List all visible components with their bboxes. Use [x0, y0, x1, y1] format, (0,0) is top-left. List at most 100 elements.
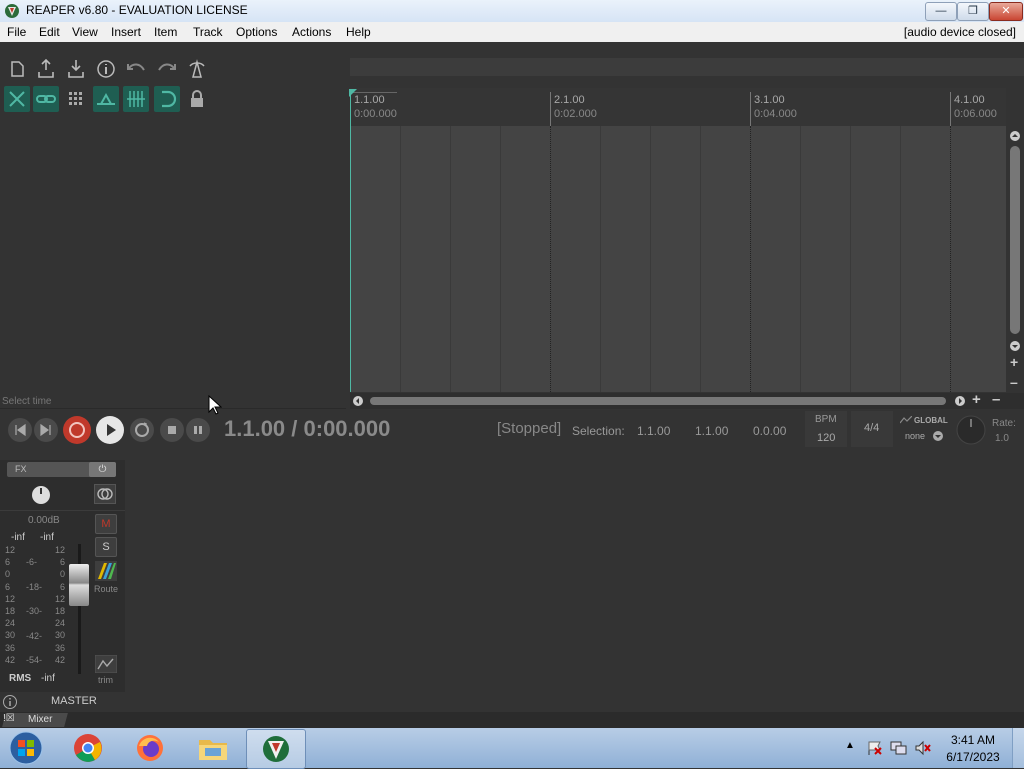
ruler-bar-label: 4.1.00 — [954, 94, 985, 106]
pan-knob-icon[interactable] — [31, 485, 51, 505]
meter-scale-tick: 6 — [59, 557, 65, 568]
open-project-icon[interactable] — [33, 56, 59, 82]
meter-scale-tick: -42- — [26, 630, 43, 641]
fx-bypass-icon[interactable]: ⏻ — [89, 462, 116, 477]
ruler-region-lane[interactable] — [350, 58, 1024, 76]
auto-crossfade-icon[interactable] — [154, 86, 180, 112]
rate-label: Rate: — [992, 418, 1016, 429]
selection-end[interactable]: 1.1.00 — [695, 424, 728, 438]
vertical-scrollbar[interactable]: + – — [1007, 126, 1024, 392]
dropdown-icon[interactable] — [932, 430, 944, 442]
menu-actions[interactable]: Actions — [292, 25, 331, 39]
master-volume[interactable]: 0.00dB — [28, 515, 60, 526]
menu-item[interactable]: Item — [154, 25, 177, 39]
master-track-strip: FX ⏻ 0.00dB -inf -inf 12 6 0 6 12 18 24 … — [0, 460, 125, 712]
playrate-knob-icon[interactable] — [955, 414, 987, 446]
zoom-in-horizontal-icon[interactable]: + — [972, 391, 981, 408]
select-time-hint: Select time — [2, 396, 52, 407]
menu-help[interactable]: Help — [346, 25, 371, 39]
meter-scale-tick: 6 — [59, 581, 65, 592]
envelope-mode-icon — [900, 416, 912, 424]
global-automation-value[interactable]: none — [905, 431, 925, 441]
menu-file[interactable]: File — [7, 25, 26, 39]
ruler-time-label: 0:00.000 — [354, 108, 397, 120]
undo-icon[interactable] — [123, 56, 149, 82]
firefox-icon[interactable] — [134, 732, 166, 764]
route-label: Route — [94, 584, 119, 594]
volume-muted-icon[interactable] — [914, 740, 932, 756]
project-settings-icon[interactable] — [93, 56, 119, 82]
meter-scale-tick: 18 — [5, 606, 16, 617]
network-icon[interactable] — [890, 740, 908, 756]
stereo-width-icon[interactable] — [94, 484, 116, 504]
save-project-icon[interactable] — [63, 56, 89, 82]
route-icon[interactable] — [95, 561, 117, 581]
dock-tab-close-icon[interactable]: !☒ — [3, 713, 15, 724]
grid-icon[interactable] — [63, 86, 89, 112]
chrome-icon[interactable] — [72, 732, 104, 764]
time-signature-box[interactable]: 4/4 — [851, 411, 893, 447]
action-center-flag-icon[interactable] — [866, 740, 884, 756]
meter-scale-tick: 30 — [54, 630, 65, 641]
menu-track[interactable]: Track — [193, 25, 223, 39]
pause-button[interactable] — [186, 418, 210, 442]
scroll-down-icon[interactable] — [1009, 340, 1021, 352]
record-button[interactable] — [63, 416, 91, 444]
close-button[interactable]: ✕ — [989, 2, 1023, 21]
redo-icon[interactable] — [154, 56, 180, 82]
info-icon[interactable] — [2, 694, 18, 710]
scroll-up-icon[interactable] — [1009, 130, 1021, 142]
menu-insert[interactable]: Insert — [111, 25, 141, 39]
start-button-icon[interactable] — [6, 730, 46, 766]
vertical-scroll-thumb[interactable] — [1010, 146, 1020, 334]
grouping-link-icon[interactable] — [33, 86, 59, 112]
horizontal-scrollbar[interactable]: + – — [350, 391, 1024, 409]
selection-label: Selection: — [572, 424, 625, 438]
scroll-right-icon[interactable] — [954, 395, 966, 407]
show-desktop-button[interactable] — [1012, 728, 1024, 768]
audio-device-status: [audio device closed] — [903, 25, 1016, 39]
reaper-taskbar-button[interactable] — [246, 729, 306, 769]
minimize-button[interactable]: — — [925, 2, 957, 21]
envelope-link-icon[interactable] — [93, 86, 119, 112]
fx-button[interactable]: FX ⏻ — [7, 462, 116, 477]
clock-time[interactable]: 3:41 AM — [940, 733, 1006, 747]
snap-grid-icon[interactable] — [123, 86, 149, 112]
position-display[interactable]: 1.1.00 / 0:00.000 — [224, 416, 390, 442]
metronome-icon[interactable] — [184, 56, 210, 82]
meter-scale-tick: 36 — [5, 642, 16, 653]
scroll-left-icon[interactable] — [352, 395, 364, 407]
volume-fader-handle[interactable] — [69, 564, 89, 606]
go-to-start-button[interactable] — [8, 418, 32, 442]
bpm-box[interactable]: BPM 120 — [805, 411, 847, 447]
rate-value[interactable]: 1.0 — [995, 433, 1009, 444]
edit-cursor — [350, 90, 351, 392]
maximize-button[interactable]: ❐ — [957, 2, 989, 21]
horizontal-scroll-thumb[interactable] — [370, 397, 946, 405]
arrange-view[interactable] — [350, 126, 1006, 392]
repeat-button[interactable] — [130, 418, 154, 442]
timeline-ruler[interactable]: 1.1.00 0:00.000 2.1.00 0:02.000 3.1.00 0… — [350, 88, 1006, 126]
menu-edit[interactable]: Edit — [39, 25, 60, 39]
show-hidden-icons-icon[interactable]: ▲ — [845, 740, 855, 751]
menu-options[interactable]: Options — [236, 25, 277, 39]
ripple-edit-icon[interactable] — [4, 86, 30, 112]
play-button[interactable] — [96, 416, 124, 444]
clock-date[interactable]: 6/17/2023 — [940, 750, 1006, 764]
go-to-end-button[interactable] — [34, 418, 58, 442]
global-automation-label: GLOBAL — [914, 416, 948, 425]
mute-button[interactable]: M — [95, 514, 117, 534]
zoom-out-vertical-icon[interactable]: – — [1010, 374, 1018, 390]
zoom-out-horizontal-icon[interactable]: – — [992, 391, 1000, 408]
rms-label: RMS — [9, 673, 32, 684]
stop-button[interactable] — [160, 418, 184, 442]
automation-trim-icon[interactable] — [95, 655, 117, 673]
selection-length[interactable]: 0.0.00 — [753, 424, 786, 438]
zoom-in-vertical-icon[interactable]: + — [1010, 354, 1018, 370]
lock-icon[interactable] — [184, 86, 210, 112]
solo-button[interactable]: S — [95, 537, 117, 557]
file-explorer-icon[interactable] — [196, 732, 230, 764]
selection-start[interactable]: 1.1.00 — [637, 424, 670, 438]
new-project-icon[interactable] — [4, 56, 30, 82]
menu-view[interactable]: View — [72, 25, 98, 39]
